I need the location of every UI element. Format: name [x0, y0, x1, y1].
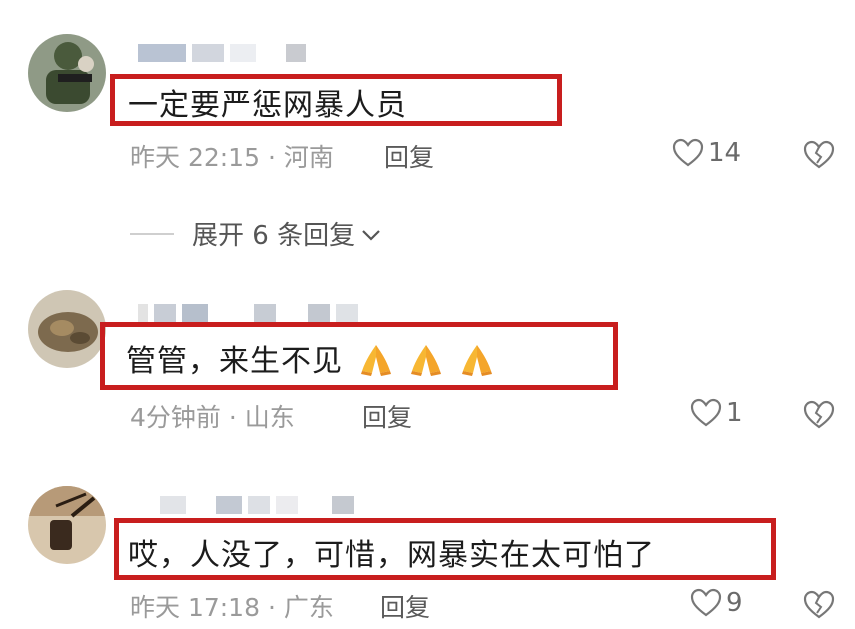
avatar[interactable] [28, 290, 106, 368]
username-redacted [138, 304, 358, 322]
reply-button[interactable]: 回复 [380, 588, 430, 624]
username-redacted [138, 44, 306, 62]
heart-icon [690, 398, 722, 428]
broken-heart-icon[interactable] [803, 400, 835, 430]
comment-meta: 4分钟前 · 山东 [130, 403, 295, 432]
like-button[interactable]: 9 [690, 588, 743, 618]
like-count: 14 [708, 138, 742, 168]
avatar[interactable] [28, 486, 106, 564]
reply-button[interactable]: 回复 [384, 138, 434, 174]
like-count: 9 [726, 588, 743, 618]
comment-meta: 昨天 17:18 · 广东 [130, 593, 334, 622]
broken-heart-icon[interactable] [803, 590, 835, 620]
expand-replies-label: 展开 6 条回复 [192, 221, 356, 251]
like-count: 1 [726, 398, 743, 428]
comment-text: 哎，人没了，可惜，网暴实在太可怕了 [128, 538, 655, 573]
heart-icon [690, 588, 722, 618]
expand-replies-button[interactable]: 展开 6 条回复 [130, 215, 381, 252]
username-redacted [160, 496, 354, 514]
comment-text: 一定要严惩网暴人员 [128, 88, 407, 123]
divider-line [130, 232, 174, 235]
folded-hands-icon [358, 341, 394, 385]
comment-meta: 昨天 22:15 · 河南 [130, 143, 334, 172]
avatar[interactable] [28, 34, 106, 112]
heart-icon [672, 138, 704, 168]
chevron-down-icon [361, 219, 381, 249]
reply-button[interactable]: 回复 [362, 398, 412, 434]
comment-text: 管管，来生不见 [126, 336, 495, 385]
like-button[interactable]: 14 [672, 138, 741, 168]
like-button[interactable]: 1 [690, 398, 743, 428]
broken-heart-icon[interactable] [803, 140, 835, 170]
folded-hands-icon [408, 341, 444, 385]
folded-hands-icon [459, 341, 495, 385]
